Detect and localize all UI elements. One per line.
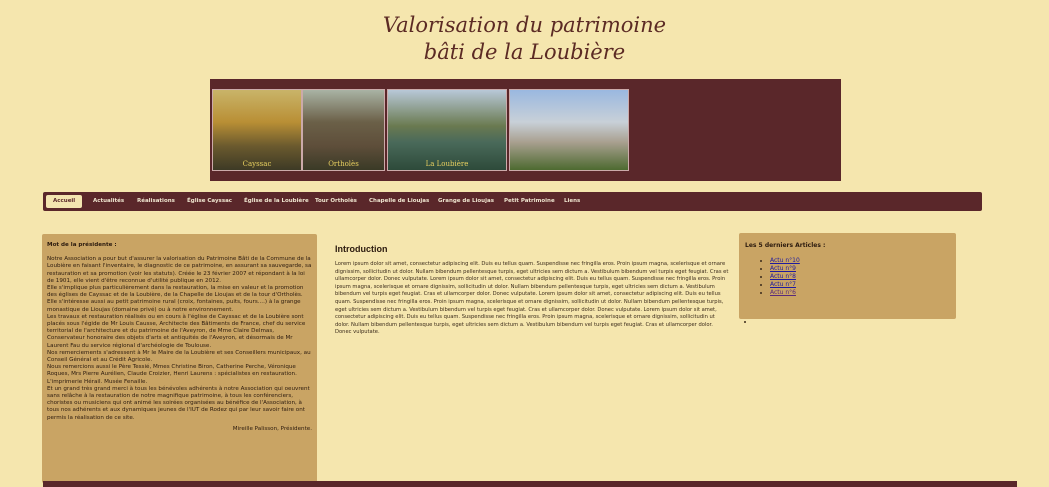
nav-item-grange-lioujas[interactable]: Grange de Lioujas: [438, 192, 494, 211]
president-heading: Mot de la présidente :: [47, 242, 117, 248]
nav-item-eglise-loubiere[interactable]: Église de la Loubière: [244, 192, 309, 211]
banner-photo-la-loubiere: La Loubière: [387, 89, 507, 171]
bullet-dot: [744, 321, 746, 323]
site-title-line2: bâti de la Loubière: [423, 40, 626, 64]
president-message-box: Mot de la présidente : Notre Association…: [42, 234, 317, 483]
nav-item-liens[interactable]: Liens: [564, 192, 580, 211]
latest-articles-heading: Les 5 derniers Articles :: [745, 242, 826, 249]
nav-item-tour-ortholes[interactable]: Tour Ortholès: [315, 192, 357, 211]
main-content: Introduction Lorem ipsum dolor sit amet,…: [335, 244, 730, 337]
intro-heading: Introduction: [335, 244, 388, 254]
list-item: Actu n°6: [770, 289, 950, 297]
latest-articles-list: Actu n°10 Actu n°9 Actu n°8 Actu n°7 Act…: [745, 257, 950, 297]
president-paragraph: Notre Association a pour but d'assurer l…: [47, 256, 312, 284]
president-paragraph: Et un grand très grand merci à tous les …: [47, 385, 310, 421]
intro-text: Lorem ipsum dolor sit amet, consectetur …: [335, 261, 729, 336]
nav-item-actualites[interactable]: Actualités: [93, 192, 124, 211]
article-link[interactable]: Actu n°10: [770, 257, 800, 264]
nav-item-chapelle-lioujas[interactable]: Chapelle de Lioujas: [369, 192, 429, 211]
president-paragraph: Nos remerciements s'adressent à Mr le Ma…: [47, 349, 311, 364]
nav-item-realisations[interactable]: Réalisations: [137, 192, 175, 211]
banner-photo-cayssac: Cayssac: [212, 89, 302, 171]
banner-photo-caption: Ortholès: [328, 160, 359, 168]
banner-photo-caption: La Loubière: [425, 160, 469, 168]
footer-bar: [43, 481, 1017, 487]
nav-item-eglise-cayssac[interactable]: Église Cayssac: [187, 192, 232, 211]
header-banner: Cayssac Ortholès La Loubière: [210, 79, 841, 181]
list-item: Actu n°9: [770, 265, 950, 273]
banner-photo-ortholes: Ortholès: [302, 89, 385, 171]
article-link[interactable]: Actu n°7: [770, 281, 796, 288]
president-paragraph: Nous remercions aussi le Père Tessié, Mm…: [47, 364, 297, 385]
banner-photo-church: [509, 89, 629, 171]
list-item: Actu n°7: [770, 281, 950, 289]
list-item: Actu n°8: [770, 273, 950, 281]
article-link[interactable]: Actu n°9: [770, 265, 796, 272]
site-title-line1: Valorisation du patrimoine: [382, 13, 667, 37]
latest-articles-box: Les 5 derniers Articles : Actu n°10 Actu…: [739, 233, 956, 319]
president-paragraph: Les travaux et restauration réalisés ou …: [47, 313, 306, 349]
president-paragraph: Elle s'intéresse aussi au petit patrimoi…: [47, 299, 301, 313]
main-nav: Accueil Actualités Réalisations Église C…: [43, 192, 982, 211]
article-link[interactable]: Actu n°8: [770, 273, 796, 280]
president-paragraph: Elle s'implique plus particulièrement da…: [47, 285, 304, 299]
nav-item-accueil[interactable]: Accueil: [46, 195, 83, 208]
nav-item-petit-patrimoine[interactable]: Petit Patrimoine: [504, 192, 555, 211]
president-signature: Mireille Palisson, Présidente.: [232, 425, 312, 432]
site-title: Valorisation du patrimoine bâti de la Lo…: [0, 12, 1049, 66]
banner-photo-caption: Cayssac: [242, 160, 272, 168]
list-item: Actu n°10: [770, 257, 950, 265]
article-link[interactable]: Actu n°6: [770, 289, 796, 296]
